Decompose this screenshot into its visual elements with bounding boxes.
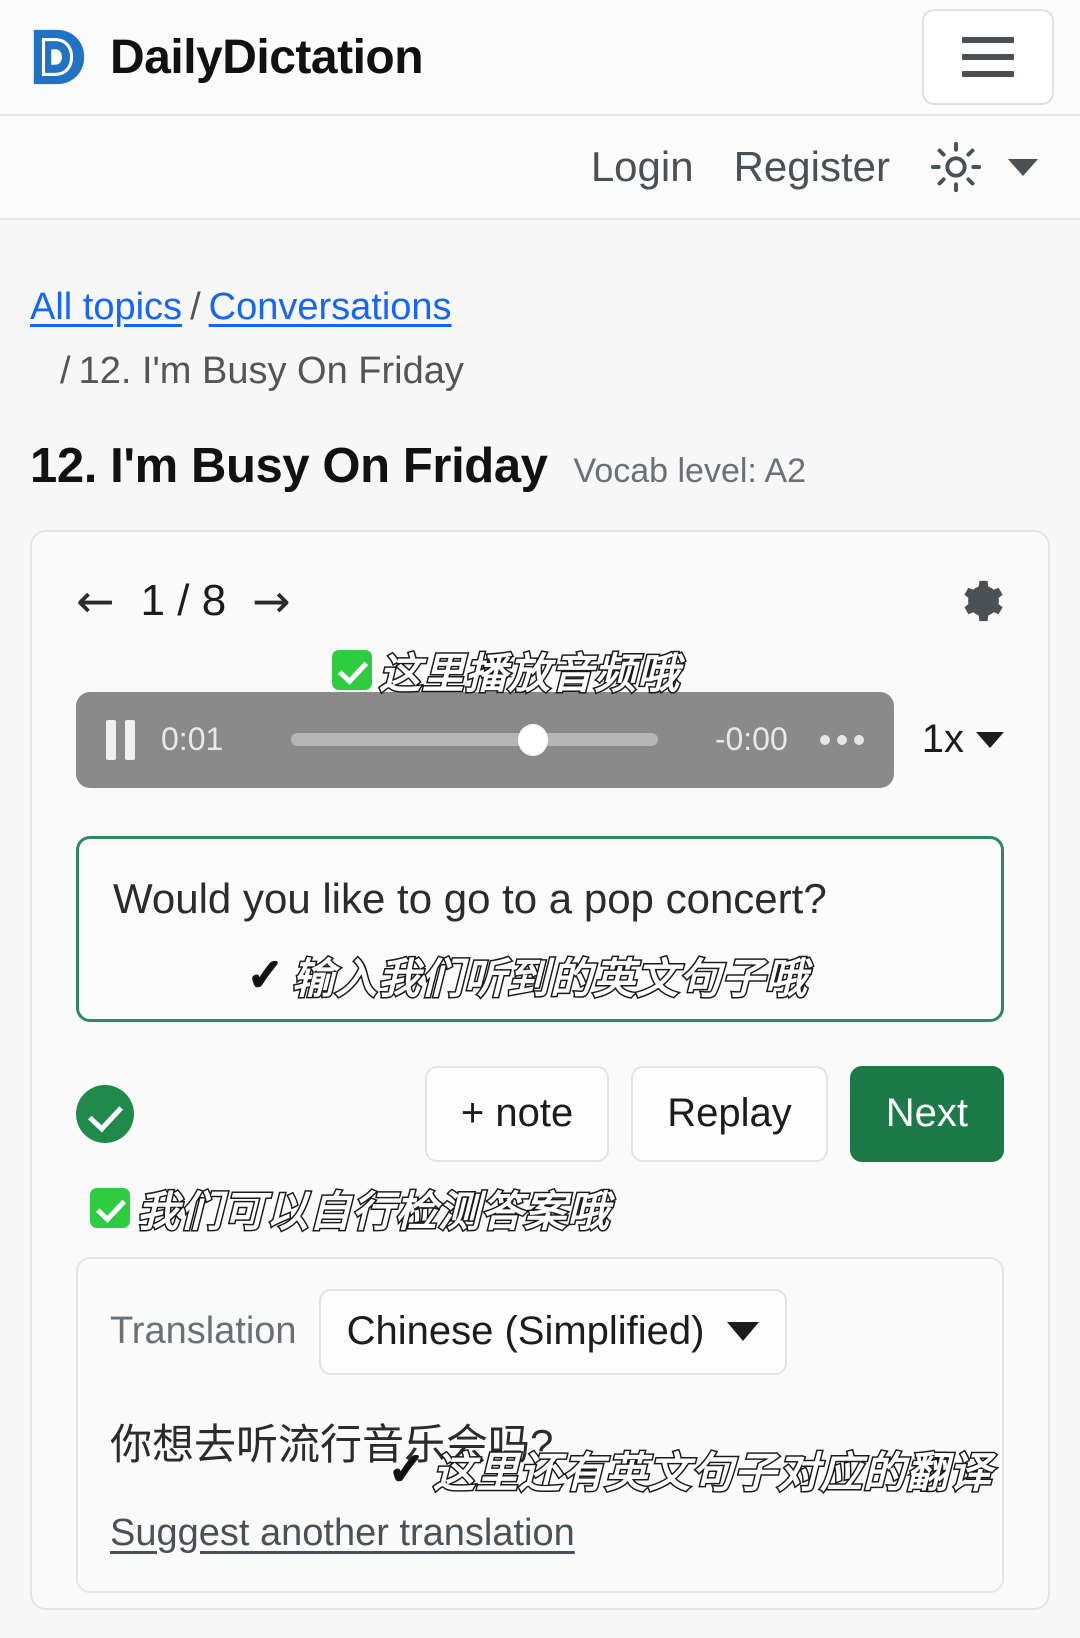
audio-player-row: 0:01 -0:00 1x — [76, 691, 1004, 788]
breadcrumb-separator: / — [60, 349, 71, 392]
exercise-actions-row: + note Replay Next — [76, 1065, 1004, 1162]
annotation-input: ✓ 输入我们听到的英文句子哦 — [246, 945, 809, 1006]
login-link[interactable]: Login — [591, 143, 694, 191]
vocab-level-badge: Vocab level: A2 — [573, 451, 807, 490]
more-options-icon[interactable] — [814, 734, 864, 745]
translation-language-value: Chinese (Simplified) — [346, 1309, 705, 1354]
hamburger-menu-icon[interactable] — [922, 9, 1054, 105]
annotation-selfcheck-box: 我们可以自行检测答案哦 — [90, 1178, 611, 1239]
playback-speed-value: 1x — [921, 717, 964, 762]
hamburger-bar — [962, 37, 1014, 43]
annotation-translation-box: ✓ 这里还有英文句子对应的翻译 — [387, 1439, 993, 1500]
annotation-selfcheck: 我们可以自行检测答案哦 — [90, 1178, 1004, 1239]
audio-player[interactable]: 0:01 -0:00 — [76, 691, 894, 788]
sentence-counter: 1 / 8 — [140, 575, 227, 625]
dictation-input-box[interactable]: Would you like to go to a pop concert? ✓… — [76, 835, 1004, 1022]
dictation-exercise-card: ← 1 / 8 → 这里播放音频哦 0:01 -0:00 1x Would yo… — [30, 529, 1050, 1610]
translation-label: Translation — [110, 1310, 297, 1353]
dictation-input-value: Would you like to go to a pop concert? — [113, 874, 827, 922]
annotation-selfcheck-text: 我们可以自行检测答案哦 — [135, 1185, 611, 1237]
breadcrumb-conversations[interactable]: Conversations — [209, 286, 452, 328]
add-note-button[interactable]: + note — [424, 1065, 610, 1162]
arrow-left-icon[interactable]: ← — [76, 578, 115, 624]
secondary-nav: Login Register — [0, 116, 1080, 220]
tick-icon: ✓ — [246, 948, 286, 1002]
main-content: All topics / Conversations /12. I'm Busy O… — [0, 220, 1080, 1610]
gear-icon[interactable] — [958, 578, 1004, 624]
pause-icon[interactable] — [106, 719, 135, 760]
sun-icon[interactable] — [930, 141, 982, 193]
translation-language-select[interactable]: Chinese (Simplified) — [318, 1288, 787, 1375]
page-title: 12. I'm Busy On Friday — [30, 438, 548, 493]
annotation-translation-text: 这里还有英文句子对应的翻译 — [431, 1446, 992, 1498]
brand[interactable]: DailyDictation — [28, 26, 424, 88]
top-bar: DailyDictation — [0, 0, 1080, 116]
suggest-translation-link[interactable]: Suggest another translation — [110, 1512, 575, 1555]
annotation-audio-text: 这里播放音频哦 — [377, 647, 681, 699]
breadcrumb-current: 12. I'm Busy On Friday — [78, 349, 464, 392]
chevron-down-icon[interactable] — [1008, 158, 1038, 176]
register-link[interactable]: Register — [734, 143, 890, 191]
sentence-pager: ← 1 / 8 → — [76, 576, 291, 626]
green-check-badge-icon — [90, 1188, 130, 1229]
translation-header: Translation Chinese (Simplified) — [110, 1288, 970, 1375]
audio-progress-knob[interactable] — [518, 723, 549, 756]
translation-panel: Translation Chinese (Simplified) 你想去听流行音… — [76, 1256, 1004, 1593]
replay-button[interactable]: Replay — [631, 1065, 828, 1162]
breadcrumb-current-wrap: /12. I'm Busy On Friday — [30, 340, 1050, 404]
annotation-input-box: ✓ 输入我们听到的英文句子哦 — [246, 945, 809, 1006]
audio-progress-slider[interactable] — [291, 723, 658, 756]
check-circle-icon[interactable] — [76, 1084, 134, 1143]
green-check-badge-icon — [332, 650, 372, 691]
page-title-row: 12. I'm Busy On Friday Vocab level: A2 — [30, 438, 1050, 494]
breadcrumb-separator: / — [190, 286, 201, 328]
theme-switcher[interactable] — [930, 141, 1038, 193]
audio-remaining-time: -0:00 — [714, 721, 788, 758]
annotation-audio-box: 这里播放音频哦 — [332, 640, 681, 701]
breadcrumb: All topics / Conversations /12. I'm Busy O… — [30, 220, 1050, 404]
breadcrumb-all-topics[interactable]: All topics — [30, 286, 182, 328]
playback-speed-selector[interactable]: 1x — [916, 717, 1004, 762]
brand-name: DailyDictation — [110, 30, 424, 84]
exercise-nav-row: ← 1 / 8 → — [76, 576, 1004, 626]
hamburger-bar — [962, 71, 1014, 77]
next-button[interactable]: Next — [849, 1065, 1004, 1162]
annotation-input-text: 输入我们听到的英文句子哦 — [290, 952, 808, 1004]
hamburger-bar — [962, 54, 1014, 60]
annotation-translation: ✓ 这里还有英文句子对应的翻译 — [387, 1439, 993, 1500]
chevron-down-icon[interactable] — [976, 731, 1004, 748]
tick-icon: ✓ — [387, 1442, 427, 1496]
chevron-down-icon[interactable] — [726, 1322, 759, 1342]
annotation-audio: 这里播放音频哦 — [332, 640, 681, 701]
dailydictation-logo-icon — [33, 29, 85, 85]
arrow-right-icon[interactable]: → — [252, 578, 291, 624]
audio-elapsed-time: 0:01 — [161, 721, 224, 758]
